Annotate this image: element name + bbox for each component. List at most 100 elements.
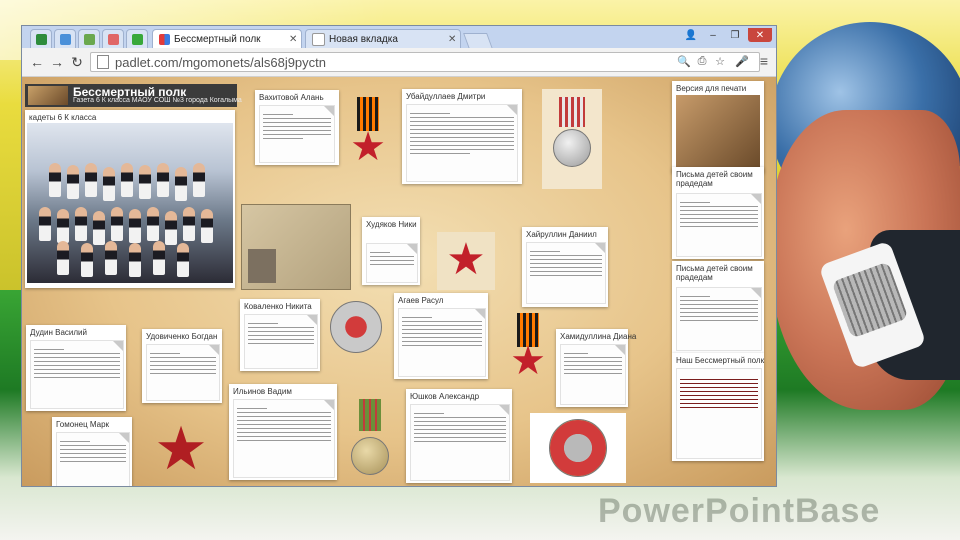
class-photo-image	[27, 123, 233, 283]
post-title: Убайдуллаев Дмитри	[406, 92, 486, 101]
post-udovichenko[interactable]: Удовиченко Богдан	[142, 329, 222, 403]
document-thumbnail	[233, 399, 335, 478]
document-thumbnail	[244, 314, 318, 369]
minimize-icon[interactable]: –	[704, 28, 722, 42]
profile-icon[interactable]: 👤	[682, 28, 700, 42]
order-red-star-image: ★	[348, 97, 388, 169]
post-vakhitov[interactable]: Вахитовой Алань	[255, 90, 339, 165]
post-ilyinov[interactable]: Ильинов Вадим	[229, 384, 337, 480]
post-title: Наш Бессмертный полк	[676, 356, 765, 365]
app-icon	[59, 33, 71, 45]
menu-icon[interactable]: ≡	[756, 53, 772, 69]
tab-pinned-5[interactable]	[126, 29, 148, 48]
tab-pinned-2[interactable]	[54, 29, 76, 48]
military-id-image	[241, 204, 351, 290]
tab-label: Новая вкладка	[329, 33, 398, 45]
post-title: Худяков Ники	[366, 220, 417, 229]
forward-icon[interactable]: →	[48, 53, 66, 71]
browser-window: Бессмертный полк ✕ Новая вкладка ✕ 👤 – ❐…	[22, 26, 776, 486]
document-thumbnail	[366, 243, 418, 283]
post-gomonets[interactable]: Гомонец Марк	[52, 417, 132, 486]
order-patriotic-war-image: ★	[154, 415, 208, 482]
padlet-icon	[35, 33, 47, 45]
microphone-icon[interactable]: 🎤	[734, 53, 750, 69]
document-thumbnail	[526, 242, 606, 304]
save-icon[interactable]: ⎙	[694, 53, 710, 69]
restore-icon[interactable]: ❐	[726, 28, 744, 42]
post-title: Письма детей своим прадедам	[676, 264, 753, 282]
app-icon	[83, 33, 95, 45]
post-title: Хамидуллина Диана	[560, 332, 637, 341]
post-title: Письма детей своим прадедам	[676, 170, 753, 188]
new-tab-button[interactable]	[463, 33, 493, 49]
page-icon	[312, 32, 325, 46]
post-khudyakov[interactable]: Худяков Ники	[362, 217, 420, 285]
print-preview-image	[676, 95, 760, 169]
post-khamidullina[interactable]: Хамидуллина Диана	[556, 329, 636, 407]
post-yushkov[interactable]: Юшков Александр	[406, 389, 512, 483]
padlet-icon	[159, 33, 170, 45]
tab-pinned-1[interactable]	[30, 29, 52, 48]
document-thumbnail	[406, 104, 518, 182]
post-title: Юшков Александр	[410, 392, 480, 401]
document-thumbnail	[146, 344, 220, 401]
post-title: Хайруллин Даниил	[526, 230, 597, 239]
slide-watermark: PowerPointBase	[598, 492, 881, 530]
padlet-board: Бессмертный полк Газета 6 К класса МАОУ …	[22, 77, 776, 486]
document-thumbnail	[398, 308, 486, 377]
portrait-image	[248, 249, 276, 283]
tab-pinned-4[interactable]	[102, 29, 124, 48]
document-thumbnail	[259, 105, 335, 163]
app-icon	[107, 33, 119, 45]
zoom-icon[interactable]: 🔍	[676, 53, 692, 69]
post-title: Вахитовой Алань	[259, 93, 324, 102]
silver-medal-image	[542, 89, 602, 189]
back-icon[interactable]: ←	[28, 53, 46, 71]
post-version-print[interactable]: Версия для печати	[672, 81, 764, 173]
tab-pinned-3[interactable]	[78, 29, 100, 48]
document-thumbnail	[30, 340, 124, 409]
bookmark-star-icon[interactable]: ☆	[712, 53, 728, 69]
document-thumbnail	[410, 404, 510, 481]
post-title: Гомонец Марк	[56, 420, 110, 429]
board-subtitle: Газета 6 К класса МАОУ СОШ №3 города Ког…	[73, 97, 242, 104]
document-thumbnail	[676, 287, 762, 351]
post-class-photo[interactable]: кадеты 6 К класса	[25, 110, 235, 288]
post-title: Ильинов Вадим	[233, 387, 292, 396]
document-thumbnail	[676, 368, 762, 459]
defense-medal-image	[347, 399, 393, 483]
close-window-icon[interactable]: ✕	[748, 28, 772, 42]
url-text: padlet.com/mgomonets/als68j9pyctn	[115, 54, 327, 70]
post-title: Удовиченко Богдан	[146, 332, 218, 341]
board-thumbnail	[28, 86, 68, 105]
post-letters-1[interactable]: Письма детей своим прадедам	[672, 167, 764, 259]
address-bar[interactable]: padlet.com/mgomonets/als68j9pyctn	[90, 52, 760, 72]
order-red-banner-image	[327, 295, 385, 365]
document-thumbnail	[676, 193, 762, 257]
close-tab-icon[interactable]: ✕	[448, 34, 460, 45]
order-red-star-image: ★	[437, 232, 495, 290]
padlet-icon	[131, 33, 143, 45]
post-khalyullin[interactable]: Хайруллин Даниил	[522, 227, 608, 307]
post-title: Коваленко Никита	[244, 302, 312, 311]
post-title: кадеты 6 К класса	[29, 113, 97, 122]
post-agaev[interactable]: Агаев Расул	[394, 293, 488, 379]
post-our-regiment[interactable]: Наш Бессмертный полк	[672, 353, 764, 461]
post-title: Агаев Расул	[398, 296, 444, 305]
page-icon	[97, 55, 109, 69]
post-title: Дудин Василий	[30, 328, 87, 337]
post-kovalenko[interactable]: Коваленко Никита	[240, 299, 320, 371]
tab-new-tab[interactable]: Новая вкладка ✕	[305, 29, 461, 48]
post-ubaydullaev[interactable]: Убайдуллаев Дмитри	[402, 89, 522, 184]
post-dudin[interactable]: Дудин Василий	[26, 325, 126, 411]
close-tab-icon[interactable]: ✕	[289, 34, 301, 45]
tab-label: Бессмертный полк	[174, 33, 261, 45]
post-letters-2[interactable]: Письма детей своим прадедам	[672, 261, 764, 353]
post-title: Версия для печати	[676, 84, 747, 93]
board-header: Бессмертный полк Газета 6 К класса МАОУ …	[25, 84, 242, 107]
order-red-star-image: ★	[508, 313, 548, 381]
tab-immortal-regiment[interactable]: Бессмертный полк ✕	[152, 29, 302, 48]
document-thumbnail	[560, 344, 626, 405]
reload-icon[interactable]: ↻	[68, 53, 86, 71]
document-thumbnail	[56, 432, 130, 486]
